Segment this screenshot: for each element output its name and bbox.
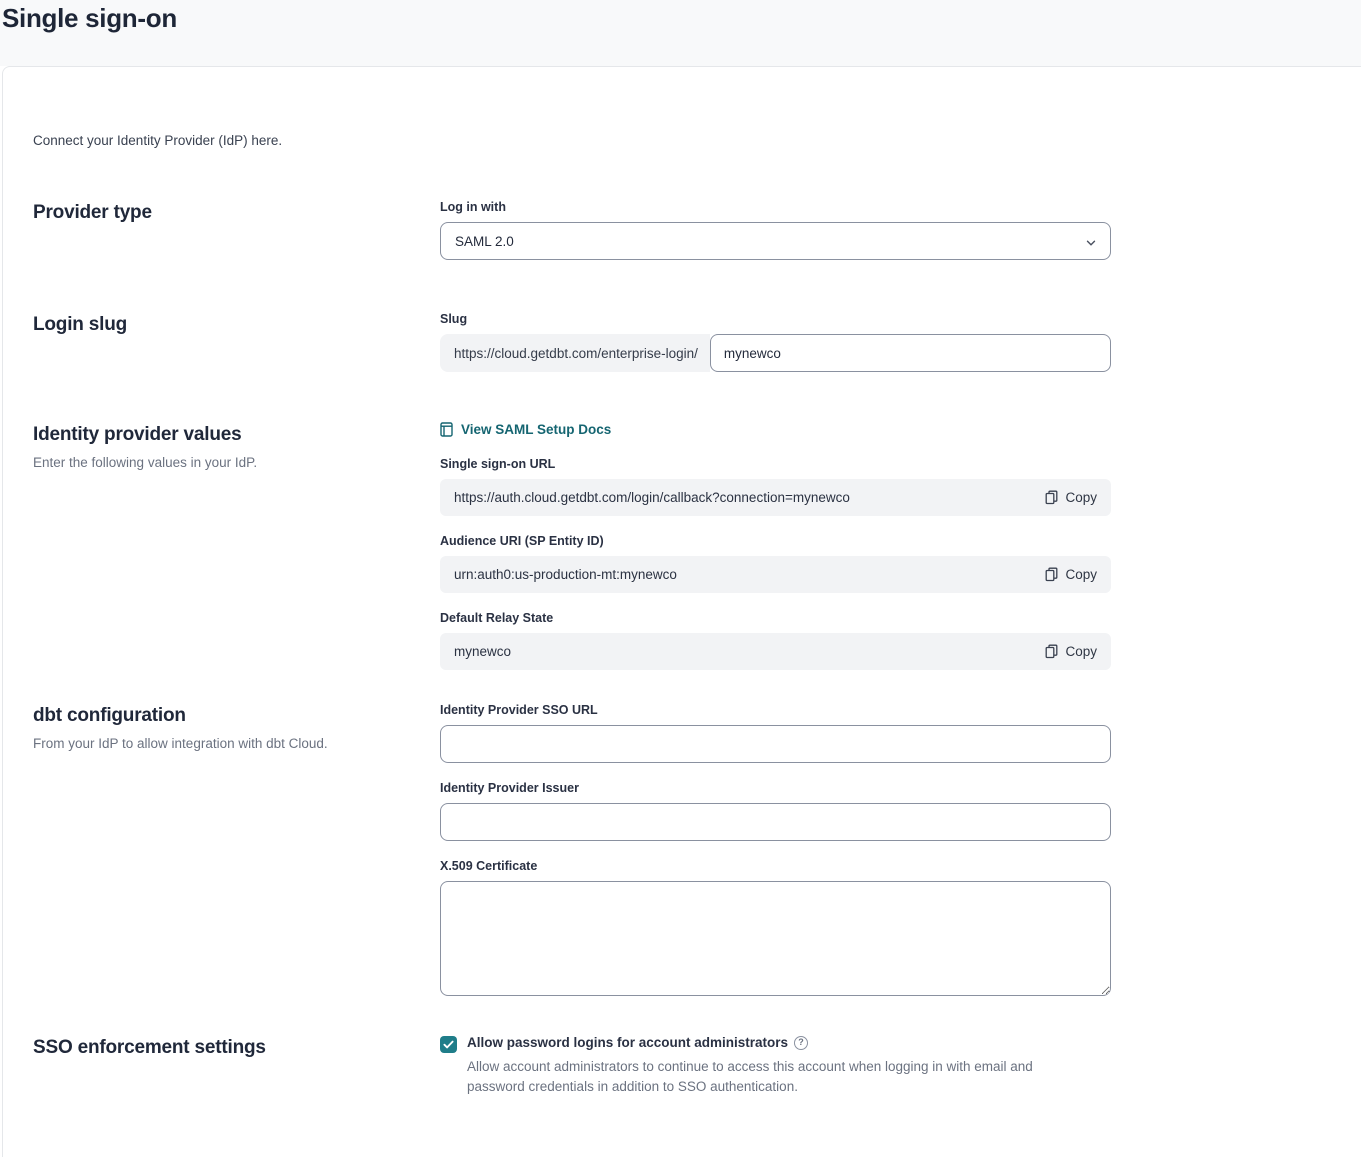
section-provider-type: Provider type Log in with SAML 2.0 xyxy=(33,200,1361,260)
sso-url-value: https://auth.cloud.getdbt.com/login/call… xyxy=(454,490,1045,505)
login-with-label: Log in with xyxy=(440,200,1111,214)
slug-label: Slug xyxy=(440,312,1111,326)
copy-relay-state-button[interactable]: Copy xyxy=(1045,644,1097,659)
view-saml-docs-label: View SAML Setup Docs xyxy=(461,422,611,437)
login-slug-heading: Login slug xyxy=(33,314,440,336)
section-login-slug: Login slug Slug https://cloud.getdbt.com… xyxy=(33,312,1361,372)
relay-state-label: Default Relay State xyxy=(440,611,1111,625)
audience-uri-label: Audience URI (SP Entity ID) xyxy=(440,534,1111,548)
sso-url-label: Single sign-on URL xyxy=(440,457,1111,471)
idp-values-heading: Identity provider values xyxy=(33,424,440,446)
idp-sso-url-input[interactable] xyxy=(440,725,1111,763)
slug-input[interactable] xyxy=(710,334,1111,372)
document-icon xyxy=(440,422,453,437)
page-title: Single sign-on xyxy=(2,3,177,34)
relay-state-value-field: mynewco Copy xyxy=(440,633,1111,670)
section-idp-values: Identity provider values Enter the follo… xyxy=(33,422,1361,670)
allow-password-logins-label: Allow password logins for account admini… xyxy=(467,1035,788,1050)
copy-audience-uri-button[interactable]: Copy xyxy=(1045,567,1097,582)
intro-text: Connect your Identity Provider (IdP) her… xyxy=(33,133,1361,148)
section-sso-enforcement: SSO enforcement settings Allow password … xyxy=(33,1035,1361,1097)
settings-card: Connect your Identity Provider (IdP) her… xyxy=(2,66,1361,1157)
page-header-band: Single sign-on xyxy=(0,0,1361,66)
checkmark-icon xyxy=(443,1039,454,1050)
copy-sso-url-button[interactable]: Copy xyxy=(1045,490,1097,505)
dbt-config-heading: dbt configuration xyxy=(33,705,440,727)
x509-certificate-label: X.509 Certificate xyxy=(440,859,1111,873)
allow-password-logins-description: Allow account administrators to continue… xyxy=(467,1057,1087,1097)
idp-values-subtitle: Enter the following values in your IdP. xyxy=(33,455,440,470)
view-saml-docs-link[interactable]: View SAML Setup Docs xyxy=(440,422,1111,437)
copy-icon xyxy=(1045,490,1058,505)
sso-url-value-field: https://auth.cloud.getdbt.com/login/call… xyxy=(440,479,1111,516)
idp-issuer-label: Identity Provider Issuer xyxy=(440,781,1111,795)
section-dbt-configuration: dbt configuration From your IdP to allow… xyxy=(33,703,1361,1001)
allow-password-logins-checkbox[interactable] xyxy=(440,1036,457,1053)
copy-label: Copy xyxy=(1065,490,1097,505)
chevron-down-icon xyxy=(1086,236,1096,246)
audience-uri-value-field: urn:auth0:us-production-mt:mynewco Copy xyxy=(440,556,1111,593)
idp-issuer-input[interactable] xyxy=(440,803,1111,841)
provider-type-selected-value: SAML 2.0 xyxy=(455,234,514,249)
relay-state-value: mynewco xyxy=(454,644,1045,659)
idp-sso-url-label: Identity Provider SSO URL xyxy=(440,703,1111,717)
copy-label: Copy xyxy=(1065,567,1097,582)
dbt-config-subtitle: From your IdP to allow integration with … xyxy=(33,736,440,751)
x509-certificate-textarea[interactable] xyxy=(440,881,1111,996)
provider-type-select[interactable]: SAML 2.0 xyxy=(440,222,1111,260)
help-icon[interactable]: ? xyxy=(794,1036,808,1050)
audience-uri-value: urn:auth0:us-production-mt:mynewco xyxy=(454,567,1045,582)
copy-icon xyxy=(1045,567,1058,582)
provider-type-heading: Provider type xyxy=(33,202,440,224)
slug-url-prefix: https://cloud.getdbt.com/enterprise-logi… xyxy=(440,334,710,372)
copy-icon xyxy=(1045,644,1058,659)
copy-label: Copy xyxy=(1065,644,1097,659)
sso-enforcement-heading: SSO enforcement settings xyxy=(33,1037,440,1059)
